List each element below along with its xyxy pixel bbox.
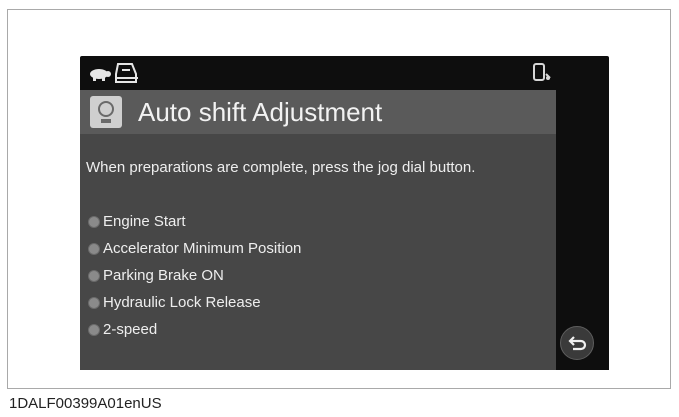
checklist-item-hydraulic-lock: Hydraulic Lock Release <box>88 293 528 320</box>
status-dot-icon <box>88 324 100 336</box>
status-dot-icon <box>88 243 100 255</box>
auto-shift-icon <box>90 96 122 128</box>
checklist-item-accelerator: Accelerator Minimum Position <box>88 239 528 266</box>
checklist-item-2-speed: 2-speed <box>88 320 528 347</box>
figure-id-caption: 1DALF00399A01enUS <box>9 395 162 412</box>
device-status-icon <box>530 62 552 89</box>
status-dot-icon <box>88 297 100 309</box>
display-screen: Auto shift Adjustment When preparations … <box>80 56 609 370</box>
preparation-checklist: Engine Start Accelerator Minimum Positio… <box>88 212 528 347</box>
content-panel: Auto shift Adjustment When preparations … <box>80 90 556 370</box>
checklist-item-parking-brake: Parking Brake ON <box>88 266 528 293</box>
return-icon <box>567 333 587 358</box>
page-title: Auto shift Adjustment <box>138 97 383 127</box>
status-dot-icon <box>88 216 100 228</box>
title-bar: Auto shift Adjustment <box>80 90 556 134</box>
status-bar <box>80 56 609 90</box>
return-button[interactable] <box>560 326 594 360</box>
status-dot-icon <box>88 270 100 282</box>
instruction-text: When preparations are complete, press th… <box>86 159 476 176</box>
checklist-item-engine-start: Engine Start <box>88 212 528 239</box>
operator-cab-icon <box>112 60 142 91</box>
turtle-icon <box>86 64 112 87</box>
